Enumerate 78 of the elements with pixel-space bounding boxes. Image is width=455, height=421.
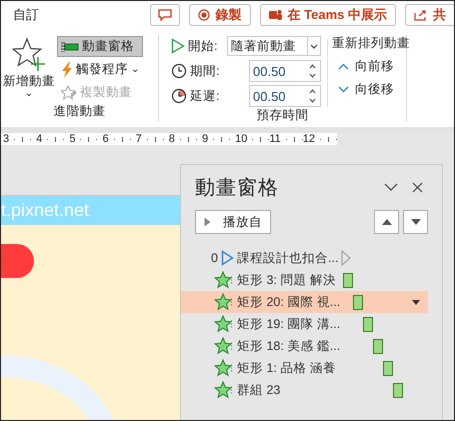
move-earlier-button[interactable]: 向前移 xyxy=(332,58,410,75)
timeline-bar-icon xyxy=(373,338,383,354)
move-down-button[interactable] xyxy=(403,210,428,234)
star-icon xyxy=(214,359,234,377)
chevron-down-icon xyxy=(384,183,398,191)
star-icon xyxy=(214,293,234,311)
animation-list-item[interactable]: 矩形 3: 問題 解決 xyxy=(181,269,428,291)
teams-icon xyxy=(268,9,282,21)
ruler-number: 4 xyxy=(36,133,42,145)
lightning-icon xyxy=(61,62,73,78)
star-icon xyxy=(214,315,234,333)
record-button[interactable]: 錄製 xyxy=(188,4,251,26)
spin-arrows-icon xyxy=(309,63,316,79)
star-plus-icon xyxy=(12,37,46,73)
move-up-button[interactable] xyxy=(374,210,399,234)
present-in-teams-button[interactable]: 在 Teams 中展示 xyxy=(260,4,396,26)
timeline-bar-icon xyxy=(393,382,403,398)
group-caption: 預存時間 xyxy=(256,107,310,124)
ribbon-tab[interactable]: 自訂 xyxy=(13,6,138,24)
share-icon xyxy=(414,9,427,21)
item-number: 0 xyxy=(211,251,218,265)
star-icon xyxy=(214,381,234,399)
play-icon xyxy=(204,217,211,227)
ruler-number: 8 xyxy=(168,133,175,145)
move-later-button[interactable]: 向後移 xyxy=(332,81,410,98)
start-label: 開始: xyxy=(188,38,218,54)
dropdown-caret-icon xyxy=(412,300,420,304)
animation-list-item[interactable]: 矩形 20: 國際 視... xyxy=(181,291,428,313)
duration-label: 期間: xyxy=(190,62,220,80)
play-icon xyxy=(171,38,185,54)
share-button[interactable]: 共 xyxy=(405,4,454,26)
triangle-up-icon xyxy=(382,219,392,225)
trigger-button[interactable]: 觸發程序 ⌄ xyxy=(57,59,144,80)
clock-icon xyxy=(171,63,187,79)
comment-icon xyxy=(158,9,172,21)
star-icon xyxy=(214,337,234,355)
timeline-bar-icon xyxy=(343,272,353,288)
ruler-number: 10 xyxy=(235,133,248,145)
ruler-number: 3 xyxy=(3,133,10,145)
chevron-down-icon xyxy=(310,44,318,48)
group-caption: 進階動畫 xyxy=(52,103,106,120)
ruler-number: 9 xyxy=(202,133,208,145)
delay-clock-icon xyxy=(171,88,187,104)
triangle-down-icon xyxy=(410,219,420,225)
play-icon xyxy=(221,250,234,266)
ruler-number: 7 xyxy=(136,133,142,145)
animation-list-item[interactable]: 矩形 19: 團隊 溝... xyxy=(181,313,428,335)
timeline-bar-icon xyxy=(363,316,373,332)
animation-list-item[interactable]: 矩形 1: 品格 涵養 xyxy=(181,357,428,379)
animation-pane-button[interactable]: 動畫窗格 xyxy=(57,36,144,57)
delay-label: 延遲: xyxy=(190,88,220,104)
record-icon xyxy=(198,9,210,21)
ruler-number: 12 xyxy=(302,133,316,145)
duration-spinner[interactable]: 00.50 xyxy=(249,60,321,82)
animation-list-item[interactable]: 矩形 18: 美感 鑑... xyxy=(181,335,428,357)
timeline-bar-icon xyxy=(383,360,393,376)
play-from-button[interactable]: 播放自 xyxy=(195,210,271,234)
ruler-number: 6 xyxy=(102,133,109,145)
spin-arrows-icon xyxy=(309,88,316,104)
star-brush-icon xyxy=(61,84,77,100)
star-icon xyxy=(214,271,234,289)
reorder-title: 重新排列動畫 xyxy=(332,35,410,52)
play-outline-icon xyxy=(341,250,351,266)
ruler-number: 11 xyxy=(269,133,281,145)
pane-title: 動畫窗格 xyxy=(195,176,280,200)
ruler-number: 5 xyxy=(69,133,76,145)
chevron-down-icon xyxy=(338,86,349,93)
close-icon xyxy=(412,182,422,192)
pane-icon xyxy=(61,42,79,52)
animation-list-item[interactable]: 群組 23 xyxy=(181,379,428,401)
delay-spinner[interactable]: 00.50 xyxy=(249,85,321,107)
add-animation-button[interactable]: 新增動畫 ⌄ xyxy=(1,35,57,103)
chevron-up-icon xyxy=(338,63,349,70)
animation-list-item[interactable]: 0 課程設計也扣合... xyxy=(181,247,428,269)
slide-banner: t.pixnet.net xyxy=(1,195,180,225)
start-dropdown[interactable]: 隨著前動畫 xyxy=(227,36,321,56)
comment-button[interactable] xyxy=(150,4,180,26)
timeline-bar-icon xyxy=(353,294,363,310)
